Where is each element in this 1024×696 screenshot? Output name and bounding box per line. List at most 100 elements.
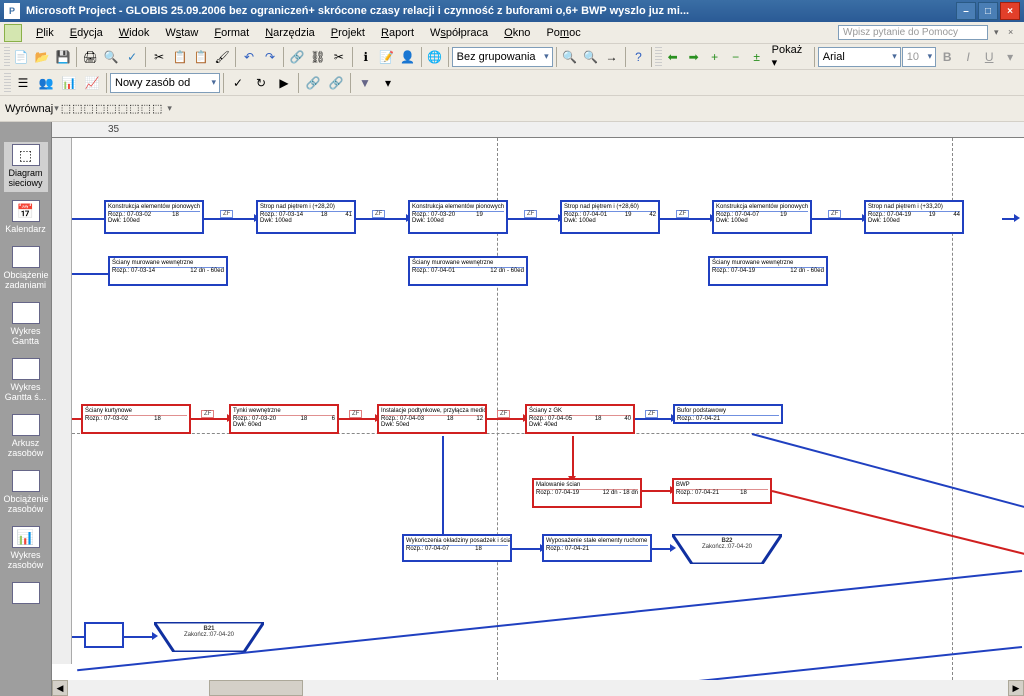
goto-task-button[interactable]: → <box>602 46 622 68</box>
hide-assignments-button[interactable]: ± <box>747 46 767 68</box>
menu-report[interactable]: Raport <box>373 25 422 41</box>
task-node[interactable]: Ściany murowane wewnętrzne Rozp.: 07-04-… <box>708 256 828 286</box>
menu-help[interactable]: Pomoc <box>538 25 588 41</box>
menubar-small-dropdown[interactable]: ▾ <box>994 27 1006 39</box>
task-node[interactable]: Strop nad piętrem i (+28,60) Rozp.: 07-0… <box>560 200 660 234</box>
format-painter-button[interactable]: 🖌 <box>212 46 232 68</box>
italic-button[interactable]: I <box>958 46 978 68</box>
paste-button[interactable]: 📋 <box>191 46 211 68</box>
task-node[interactable]: Ściany murowane wewnętrzne Rozp.: 07-03-… <box>108 256 228 286</box>
font-combo[interactable]: Arial <box>818 47 901 67</box>
report-button[interactable]: 📈 <box>81 72 103 94</box>
menu-view[interactable]: Widok <box>111 25 158 41</box>
level-btn-9[interactable]: ⬚ <box>152 102 162 115</box>
task-node[interactable]: Ściany z GK Rozp.: 07-04-051840 Dwk: 40e… <box>525 404 635 434</box>
underline-button[interactable]: U <box>979 46 999 68</box>
link-button[interactable]: 🔗 <box>287 46 307 68</box>
scroll-right-button[interactable]: ▶ <box>1008 680 1024 696</box>
bold-button[interactable]: B <box>937 46 957 68</box>
track-button[interactable]: 📊 <box>58 72 80 94</box>
grouping-combo[interactable]: Bez grupowania <box>452 47 553 67</box>
task-node[interactable]: Wykończenia okładziny posadzek i ścian R… <box>402 534 512 562</box>
scroll-track[interactable] <box>68 680 1008 696</box>
scroll-thumb[interactable] <box>209 680 303 696</box>
level-btn-6[interactable]: ⬚ <box>118 102 128 115</box>
show-dropdown[interactable]: Pokaż ▾ <box>768 44 811 69</box>
new-button[interactable]: 📄 <box>11 46 31 68</box>
level-btn-3[interactable]: ⬚ <box>84 102 94 115</box>
menu-collab[interactable]: Współpraca <box>422 25 496 41</box>
save-button[interactable]: 💾 <box>53 46 73 68</box>
task-node[interactable]: Ściany kurtynowe Rozp.: 07-03-0218 <box>81 404 191 434</box>
toolbar-handle[interactable] <box>4 47 10 67</box>
resources-button[interactable]: 👥 <box>35 72 57 94</box>
fontsize-combo[interactable]: 10 <box>902 47 936 67</box>
level-btn-5[interactable]: ⬚ <box>106 102 116 115</box>
toolbar-handle-3[interactable] <box>4 73 11 93</box>
link-tasks-button[interactable]: 🔗 <box>302 72 324 94</box>
menu-format[interactable]: Format <box>206 25 257 41</box>
task-node[interactable]: Tynki wewnętrzne Rozp.: 07-03-20186 Dwk:… <box>229 404 339 434</box>
publish-button[interactable]: 🌐 <box>425 46 445 68</box>
view-more[interactable]: ☰ <box>4 580 48 610</box>
cut-button[interactable]: ✂ <box>149 46 169 68</box>
task-node[interactable]: Ściany murowane wewnętrzne Rozp.: 07-04-… <box>408 256 528 286</box>
hide-subtasks-button[interactable]: − <box>726 46 746 68</box>
unlink-button[interactable]: ⛓ <box>308 46 328 68</box>
indent-button[interactable]: ➡ <box>684 46 704 68</box>
menu-tools[interactable]: Narzędzia <box>257 25 323 41</box>
help-search-input[interactable] <box>838 25 988 40</box>
more-format-button[interactable]: ▾ <box>1000 46 1020 68</box>
task-node[interactable]: Malowanie ścian Rozp.: 07-04-1912 dn - 1… <box>532 478 642 508</box>
view-task-usage[interactable]: ☰ Obciążenie zadaniami <box>4 244 48 294</box>
task-node[interactable]: Wyposażenie stałe elementy ruchome Rozp.… <box>542 534 652 562</box>
task-node[interactable]: Konstrukcja elementów pionowych Rozp.: 0… <box>408 200 508 234</box>
minimize-button[interactable]: – <box>956 2 976 20</box>
assign-resources-button[interactable]: 👤 <box>398 46 418 68</box>
buffer-node[interactable]: B21Zakończ.:07-04-20 <box>154 622 264 652</box>
level-btn-1[interactable]: ⬚ <box>61 102 71 115</box>
redo-button[interactable]: ↷ <box>260 46 280 68</box>
filter-button[interactable]: ▼ <box>354 72 376 94</box>
doc-close-button[interactable]: × <box>1008 27 1020 39</box>
menu-insert[interactable]: Wstaw <box>157 25 206 41</box>
maximize-button[interactable]: □ <box>978 2 998 20</box>
help-button[interactable]: ? <box>628 46 648 68</box>
view-gantt-tracking[interactable]: ▦ Wykres Gantta ś... <box>4 356 48 406</box>
tasks-button[interactable]: ☰ <box>12 72 34 94</box>
spellcheck-button[interactable]: ✓ <box>122 46 142 68</box>
outdent-button[interactable]: ⬅ <box>663 46 683 68</box>
horizontal-scrollbar[interactable]: ◀ ▶ <box>52 680 1024 696</box>
undo-button[interactable]: ↶ <box>239 46 259 68</box>
open-button[interactable]: 📂 <box>32 46 52 68</box>
level-btn-4[interactable]: ⬚ <box>95 102 105 115</box>
task-notes-button[interactable]: 📝 <box>377 46 397 68</box>
level-btn-7[interactable]: ⬚ <box>129 102 139 115</box>
scroll-left-button[interactable]: ◀ <box>52 680 68 696</box>
level-btn-2[interactable]: ⬚ <box>72 102 82 115</box>
menu-edit[interactable]: Edycja <box>62 25 111 41</box>
task-node[interactable] <box>84 622 124 648</box>
task-node[interactable]: Konstrukcja elementów pionowych Rozp.: 0… <box>104 200 204 234</box>
print-button[interactable]: 🖨 <box>80 46 100 68</box>
menu-file[interactable]: Plik <box>28 25 62 41</box>
zoom-out-button[interactable]: 🔍 <box>581 46 601 68</box>
level-btn-8[interactable]: ⬚ <box>141 102 151 115</box>
buffer-node[interactable]: B22Zakończ.:07-04-20 <box>672 534 782 564</box>
unlink-tasks-button[interactable]: 🔗 <box>325 72 347 94</box>
autofilter-button[interactable]: ▾ <box>377 72 399 94</box>
toolbar-handle-2[interactable] <box>655 47 661 67</box>
task-node[interactable]: BWP Rozp.: 07-04-2118 <box>672 478 772 504</box>
view-network-diagram[interactable]: ⬚ Diagram sieciowy <box>4 142 48 192</box>
new-resource-combo[interactable]: Nowy zasób od <box>110 73 220 93</box>
update-tasks-button[interactable]: ✓ <box>227 72 249 94</box>
task-node[interactable]: Bufor podstawowy Rozp.: 07-04-21 <box>673 404 783 424</box>
view-resource-sheet[interactable]: ☰ Arkusz zasobów <box>4 412 48 462</box>
task-node[interactable]: Strop nad piętrem i (+33,20) Rozp.: 07-0… <box>864 200 964 234</box>
task-node[interactable]: Instalacje podtynkowe, przyłącza mediów … <box>377 404 487 434</box>
close-button[interactable]: × <box>1000 2 1020 20</box>
view-calendar[interactable]: 📅 Kalendarz <box>4 198 48 238</box>
view-resource-graph[interactable]: 📊 Wykres zasobów <box>4 524 48 574</box>
zoom-in-button[interactable]: 🔍 <box>560 46 580 68</box>
menu-project[interactable]: Projekt <box>323 25 373 41</box>
